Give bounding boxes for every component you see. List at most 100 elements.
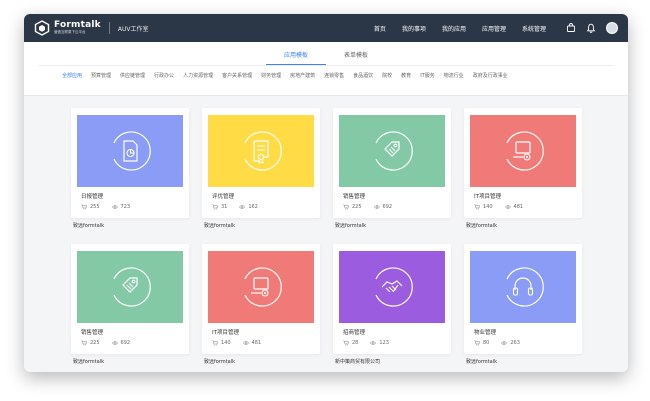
template-card[interactable]: 销售管理 225 692	[333, 108, 451, 218]
template-card[interactable]: 评优管理 31 162	[202, 108, 320, 218]
view-count: 162	[248, 204, 258, 210]
tab-app-templates[interactable]: 应用模板	[265, 50, 326, 65]
card-author[interactable]: 致远formtalk	[204, 222, 235, 229]
eye-icon	[242, 341, 249, 345]
template-card[interactable]: 物业管理 80 263	[464, 244, 582, 354]
avatar[interactable]	[606, 22, 618, 34]
laptop-gear-icon	[244, 267, 282, 307]
card-title: IT项目管理	[474, 194, 501, 200]
card-stats: 31 162	[212, 204, 258, 210]
card-title: 日报管理	[81, 194, 104, 200]
card-title: 物业管理	[474, 330, 497, 336]
card-stats: 80 263	[474, 340, 520, 346]
template-card[interactable]: 招商管理 28 123	[333, 244, 451, 354]
template-card[interactable]: 日报管理 255 723	[71, 108, 189, 218]
install-count: 80	[483, 340, 490, 346]
card-thumbnail	[470, 251, 576, 323]
price-tag-icon	[375, 131, 413, 171]
install-count: 225	[352, 204, 362, 210]
top-navbar: Formtalk 营造互联原下云平台 AUV工作室 首页 我的事项 我的应用 应…	[24, 14, 628, 42]
category-item[interactable]: 财务管理	[261, 72, 281, 79]
card-author[interactable]: 致远formtalk	[466, 358, 497, 365]
category-item[interactable]: 客户关系管理	[222, 72, 252, 79]
eye-icon	[111, 205, 118, 209]
card-title: 招商管理	[343, 330, 366, 336]
nav-my-tasks[interactable]: 我的事项	[402, 24, 426, 33]
headset-icon	[506, 267, 544, 307]
logo-icon	[34, 20, 50, 36]
card-author[interactable]: 致远formtalk	[204, 358, 235, 365]
category-item[interactable]: 教育	[401, 72, 411, 79]
certificate-icon	[244, 131, 282, 171]
card-stats: 225 692	[343, 204, 392, 210]
logo-subtitle: 营造互联原下云平台	[54, 30, 86, 35]
app-window: Formtalk 营造互联原下云平台 AUV工作室 首页 我的事项 我的应用 应…	[24, 14, 628, 372]
cart-icon	[343, 204, 349, 210]
category-all[interactable]: 全部应用	[62, 72, 82, 79]
card-author[interactable]: 致远formtalk	[335, 222, 366, 229]
eye-icon	[370, 341, 377, 345]
install-count: 225	[90, 340, 100, 346]
report-chart-icon	[113, 131, 151, 171]
bell-icon[interactable]	[586, 23, 596, 33]
card-author[interactable]: 致远formtalk	[466, 222, 497, 229]
nav-home[interactable]: 首页	[374, 24, 386, 33]
card-title: IT项目管理	[212, 330, 239, 336]
view-count: 723	[120, 204, 131, 210]
card-thumbnail	[77, 251, 183, 323]
card-author[interactable]: 新中策商贸有限公司	[335, 358, 380, 365]
card-thumbnail	[77, 115, 183, 187]
workspace-name[interactable]: AUV工作室	[118, 24, 149, 33]
card-title: 销售管理	[81, 330, 104, 336]
category-item[interactable]: 政府及行政事业	[473, 72, 508, 79]
cart-icon	[474, 340, 480, 346]
card-thumbnail	[208, 251, 314, 323]
card-thumbnail	[470, 115, 576, 187]
category-item[interactable]: 房地产建筑	[290, 72, 315, 79]
card-stats: 255 723	[81, 204, 130, 210]
nav-my-apps[interactable]: 我的应用	[442, 24, 466, 33]
view-count: 123	[379, 340, 389, 346]
category-item[interactable]: 行政办公	[154, 72, 174, 79]
category-item[interactable]: 预算管理	[91, 72, 111, 79]
install-count: 31	[221, 204, 228, 210]
eye-icon	[373, 205, 380, 209]
category-item[interactable]: 供应链管理	[120, 72, 145, 79]
store-icon[interactable]	[566, 23, 576, 33]
card-title: 评优管理	[212, 194, 235, 200]
cart-icon	[474, 204, 480, 210]
cart-icon	[81, 204, 87, 210]
nav-app-management[interactable]: 应用管理	[482, 24, 506, 33]
view-count: 481	[513, 204, 524, 210]
card-author[interactable]: 致远formtalk	[73, 222, 104, 229]
main-nav: 首页 我的事项 我的应用 应用管理 系统管理	[374, 24, 546, 33]
card-author[interactable]: 致远formtalk	[73, 358, 104, 365]
view-count: 481	[251, 340, 262, 346]
card-stats: 140 481	[474, 204, 523, 210]
template-card[interactable]: IT项目管理 140 481	[464, 108, 582, 218]
card-thumbnail	[339, 251, 445, 323]
tab-form-templates[interactable]: 表单模板	[326, 50, 386, 65]
logo-name: Formtalk	[54, 20, 101, 31]
card-stats: 225 692	[81, 340, 130, 346]
category-item[interactable]: IT服务	[420, 72, 435, 79]
category-item[interactable]: 物流行业	[444, 72, 464, 79]
install-count: 140	[221, 340, 231, 346]
cart-icon	[343, 340, 349, 346]
header-divider	[108, 22, 110, 34]
template-card[interactable]: IT项目管理 140 481	[202, 244, 320, 354]
view-count: 263	[510, 340, 520, 346]
install-count: 255	[90, 204, 100, 210]
view-count: 692	[382, 204, 393, 210]
category-item[interactable]: 人力资源管理	[183, 72, 213, 79]
logo[interactable]: Formtalk 营造互联原下云平台	[34, 20, 101, 36]
template-card[interactable]: 销售管理 225 692	[71, 244, 189, 354]
cart-icon	[212, 340, 218, 346]
handshake-icon	[375, 267, 413, 307]
install-count: 140	[483, 204, 493, 210]
category-item[interactable]: 院校	[382, 72, 392, 79]
category-item[interactable]: 连锁零售	[324, 72, 344, 79]
cart-icon	[81, 340, 87, 346]
category-item[interactable]: 食品酒饮	[353, 72, 373, 79]
nav-system-management[interactable]: 系统管理	[522, 24, 546, 33]
